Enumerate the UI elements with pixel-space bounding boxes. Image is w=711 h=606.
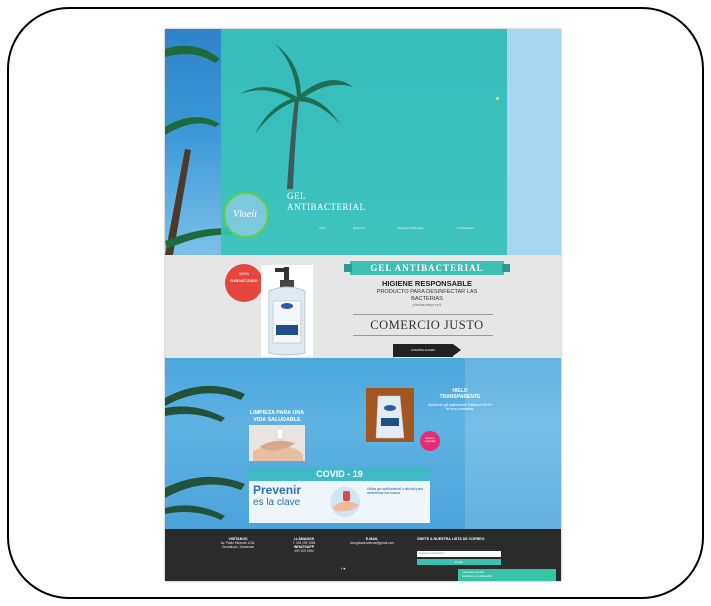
footer-whatsapp-text: 493 109 1984 xyxy=(294,549,314,553)
nav-item-contacto[interactable]: Contáctanos xyxy=(457,226,474,230)
divider-bottom xyxy=(353,335,493,336)
product-subtitle-2: BACTERIAS xyxy=(411,296,443,302)
new-improved-text: Nuevo y mejorado xyxy=(424,437,436,443)
guarantee-badge: 100% GARANTIZADO xyxy=(225,264,263,302)
footer-list-title: ÚNETE A NUESTRA LISTA DE CORREO xyxy=(417,537,485,541)
divider-top xyxy=(353,314,493,315)
palm-tree-center-image xyxy=(240,44,353,189)
clean-title-line1: LIMPIEZA PARA UNA xyxy=(249,410,305,416)
footer-visit-text: Av. Pablo Miranda 1234, Guadalupe, Zacat… xyxy=(220,541,256,549)
footer-email-text[interactable]: hologelazacatecas@gmail.com xyxy=(350,541,394,545)
nav-item-inicio[interactable]: Inicio xyxy=(319,226,326,230)
benefits-right-panel xyxy=(465,358,561,529)
buy-now-button[interactable]: COMPRA AHORA xyxy=(393,344,461,357)
covid-info-text: Utiliza gel antibacterial o alcohol para… xyxy=(367,487,424,495)
hero-right-panel xyxy=(507,29,561,255)
logo-text: Vloeii xyxy=(233,209,257,220)
nav-item-nosotros[interactable]: Nosotros xyxy=(353,226,365,230)
covid-key-text: es la clave xyxy=(253,497,301,508)
product-small-text: y tenlas mejor en ti xyxy=(412,303,442,307)
product-subtitle-1: PRODUCTO PARA DESINFECTAR LAS xyxy=(376,289,478,295)
new-improved-badge: Nuevo y mejorado xyxy=(420,431,440,451)
fair-trade-heading: COMERCIO JUSTO xyxy=(370,318,484,332)
ice-title-line2: TRANSPARENTE xyxy=(439,394,481,400)
footer-email: E-MAIL hologelazacatecas@gmail.com xyxy=(341,537,403,545)
clean-title-line2: VIDA SALUDABLE xyxy=(253,417,301,423)
sparkle-dot xyxy=(496,97,499,100)
nav-item-productos[interactable]: Nuestros Productos xyxy=(397,226,423,230)
whatsapp-chat-widget[interactable]: ¿Necesitas Ayuda? Escríbenos por WhatsAp… xyxy=(458,569,556,581)
social-icons[interactable]: f ♥ xyxy=(341,566,346,571)
chat-line-2: Escríbenos por WhatsApp xyxy=(462,574,493,578)
badge-top-text: 100% xyxy=(238,271,250,276)
website-page: Vloeii GEL ANTIBACTERIAL Inicio Nosotros… xyxy=(165,29,561,581)
hero-title-line2: ANTIBACTERIAL xyxy=(287,202,366,212)
gel-bottle-image xyxy=(261,265,313,357)
brand-logo[interactable]: Vloeii xyxy=(223,192,269,238)
badge-bottom-text: GARANTIZADO xyxy=(230,279,258,283)
site-footer: VISÍTANOS Av. Pablo Miranda 1234, Guadal… xyxy=(165,529,561,581)
hero-title-line1: GEL xyxy=(287,191,306,201)
hero-title: GEL ANTIBACTERIAL xyxy=(287,191,366,213)
covid-header: COVID - 19 xyxy=(249,467,430,481)
footer-visit: VISÍTANOS Av. Pablo Miranda 1234, Guadal… xyxy=(213,537,263,549)
hero-section: Vloeii GEL ANTIBACTERIAL Inicio Nosotros… xyxy=(165,29,561,255)
hands-sanitizer-image xyxy=(249,425,305,461)
footer-mailing-list: ÚNETE A NUESTRA LISTA DE CORREO xyxy=(417,537,501,541)
newsletter-send-button[interactable]: Enviar xyxy=(417,559,501,565)
covid-prevent-text: Prevenir xyxy=(253,483,302,497)
ice-description: Alcohol en gel antibacterial. Elimina el… xyxy=(428,403,492,411)
footer-call: LLÁMANOS T. 493 109 1984 WHATSAPP 493 10… xyxy=(279,537,329,553)
product-heading: HIGIENE RESPONSABLE xyxy=(381,279,472,288)
hand-wash-icon xyxy=(330,487,360,517)
covid-banner: COVID - 19 Prevenir es la clave Utiliza … xyxy=(249,467,430,523)
gel-pouch-image xyxy=(366,388,414,442)
product-ribbon: GEL ANTIBACTERIAL xyxy=(344,261,510,275)
newsletter-email-input[interactable]: Ingresa tu email aquí* xyxy=(417,551,501,557)
